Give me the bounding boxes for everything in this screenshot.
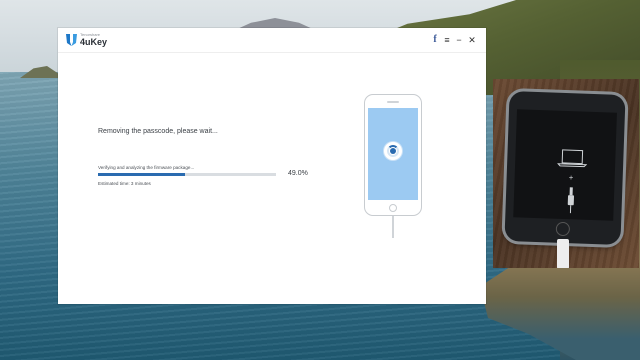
- app-window: Tenorshare 4uKey f ≡ − ✕ Removing the pa…: [58, 28, 486, 304]
- close-icon[interactable]: ✕: [467, 34, 477, 46]
- real-phone: +: [504, 91, 626, 245]
- estimated-time: Estimated time: 3 minutes: [98, 181, 151, 186]
- title-bar: Tenorshare 4uKey f ≡ − ✕: [58, 28, 486, 53]
- progress-label: Verifying and analyzing the firmware pac…: [98, 165, 195, 170]
- facebook-icon[interactable]: f: [430, 34, 440, 46]
- app-title: 4uKey: [80, 37, 108, 47]
- progress-bar: [98, 173, 276, 176]
- real-home-button: [555, 221, 571, 237]
- phone-speaker: [387, 101, 399, 103]
- progress-fill: [98, 173, 186, 176]
- menu-icon[interactable]: ≡: [442, 34, 452, 46]
- real-usb-cable: [557, 239, 569, 268]
- spinner-dot: [390, 148, 396, 154]
- usb-cable-illustration: [392, 216, 394, 238]
- phone-photo: +: [493, 79, 639, 268]
- phone-illustration: [364, 94, 422, 216]
- loading-spinner-icon: [384, 142, 402, 160]
- minimize-icon[interactable]: −: [454, 34, 464, 46]
- phone-home-button: [389, 204, 397, 212]
- lightning-cable-icon: [567, 187, 575, 214]
- phone-screen: [368, 108, 418, 200]
- progress-percent: 49.0%: [288, 170, 308, 177]
- app-logo-icon: [66, 34, 77, 46]
- laptop-icon: [557, 149, 588, 168]
- plus-icon: +: [568, 173, 574, 183]
- status-title: Removing the passcode, please wait...: [98, 128, 218, 135]
- recovery-mode-screen: +: [513, 109, 617, 221]
